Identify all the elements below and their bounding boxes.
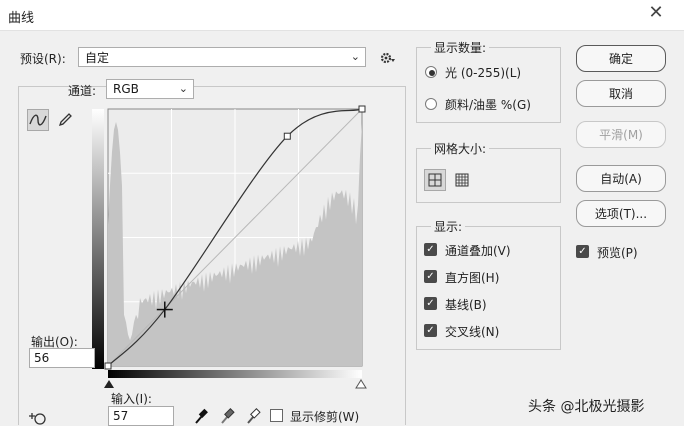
show-legend: 显示: — [431, 218, 466, 235]
output-field[interactable]: 56 — [29, 348, 95, 368]
grid-simple-button[interactable] — [424, 169, 446, 191]
intersection-label: 交叉线(N) — [445, 325, 500, 339]
channel-value: RGB — [113, 82, 139, 96]
curve-point[interactable] — [104, 362, 112, 370]
output-gradient-bar — [92, 109, 104, 369]
gray-eyedropper-icon[interactable] — [221, 408, 235, 424]
eyedropper-group — [195, 408, 261, 424]
channel-overlay-checkbox[interactable]: ✓ — [424, 243, 437, 256]
white-point-slider[interactable] — [355, 379, 367, 389]
display-amount-legend: 显示数量: — [431, 39, 490, 56]
options-button[interactable]: 选项(T)... — [576, 200, 666, 227]
curve-point[interactable] — [358, 105, 366, 113]
auto-button[interactable]: 自动(A) — [576, 165, 666, 192]
show-clipping-checkbox[interactable] — [270, 409, 283, 422]
pencil-tool[interactable] — [54, 109, 76, 131]
smooth-button[interactable]: 平滑(M) — [576, 121, 666, 148]
histogram-checkbox[interactable]: ✓ — [424, 270, 437, 283]
grid-4-icon — [428, 173, 442, 187]
gear-icon — [380, 52, 395, 64]
pencil-icon — [58, 113, 72, 127]
preview-label: 预览(P) — [597, 246, 638, 260]
close-button[interactable]: ✕ — [628, 0, 684, 24]
grid-detailed-button[interactable] — [451, 169, 473, 191]
title-bar — [0, 0, 684, 31]
close-icon: ✕ — [648, 1, 664, 23]
channel-dropdown[interactable]: RGB ⌄ — [106, 79, 194, 99]
ok-button[interactable]: 确定 — [576, 45, 666, 72]
channel-overlay-label: 通道叠加(V) — [445, 244, 511, 258]
histogram-label: 直方图(H) — [445, 271, 500, 285]
cancel-button[interactable]: 取消 — [576, 80, 666, 107]
radio-pigment-label: 颜料/油墨 %(G) — [445, 98, 531, 112]
preset-dropdown[interactable]: 自定 ⌄ — [78, 47, 366, 67]
input-gradient-bar — [108, 370, 362, 378]
chevron-down-icon: ⌄ — [350, 50, 360, 63]
hand-icon — [29, 413, 46, 425]
intersection-checkbox[interactable]: ✓ — [424, 324, 437, 337]
window-title: 曲线 — [8, 11, 35, 26]
watermark-text: 头条 @北极光摄影 — [528, 399, 645, 415]
baseline-label: 基线(B) — [445, 298, 487, 312]
input-label: 输入(I): — [111, 392, 152, 406]
target-adjust-tool[interactable] — [27, 408, 51, 425]
preset-options-button[interactable] — [377, 47, 399, 69]
chevron-down-icon: ⌄ — [178, 82, 188, 95]
preset-label: 预设(R): — [20, 52, 66, 66]
black-point-slider[interactable] — [104, 380, 114, 388]
show-clipping-label: 显示修剪(W) — [290, 410, 360, 424]
curve-point[interactable] — [283, 132, 291, 140]
radio-pigment[interactable] — [425, 98, 437, 110]
grid-10-icon — [455, 173, 469, 187]
radio-light[interactable] — [425, 66, 437, 78]
channel-label: 通道: — [68, 84, 97, 98]
white-eyedropper-icon[interactable] — [247, 408, 261, 424]
curve-point-tool[interactable] — [27, 109, 49, 131]
curve-icon — [29, 114, 47, 126]
preview-checkbox[interactable]: ✓ — [576, 245, 589, 258]
baseline-checkbox[interactable]: ✓ — [424, 297, 437, 310]
grid-size-legend: 网格大小: — [431, 140, 490, 157]
input-field[interactable]: 57 — [108, 406, 174, 426]
black-eyedropper-icon[interactable] — [195, 408, 208, 424]
radio-light-label: 光 (0-255)(L) — [445, 66, 522, 80]
preset-value: 自定 — [85, 50, 110, 65]
curves-graph[interactable] — [92, 104, 368, 392]
